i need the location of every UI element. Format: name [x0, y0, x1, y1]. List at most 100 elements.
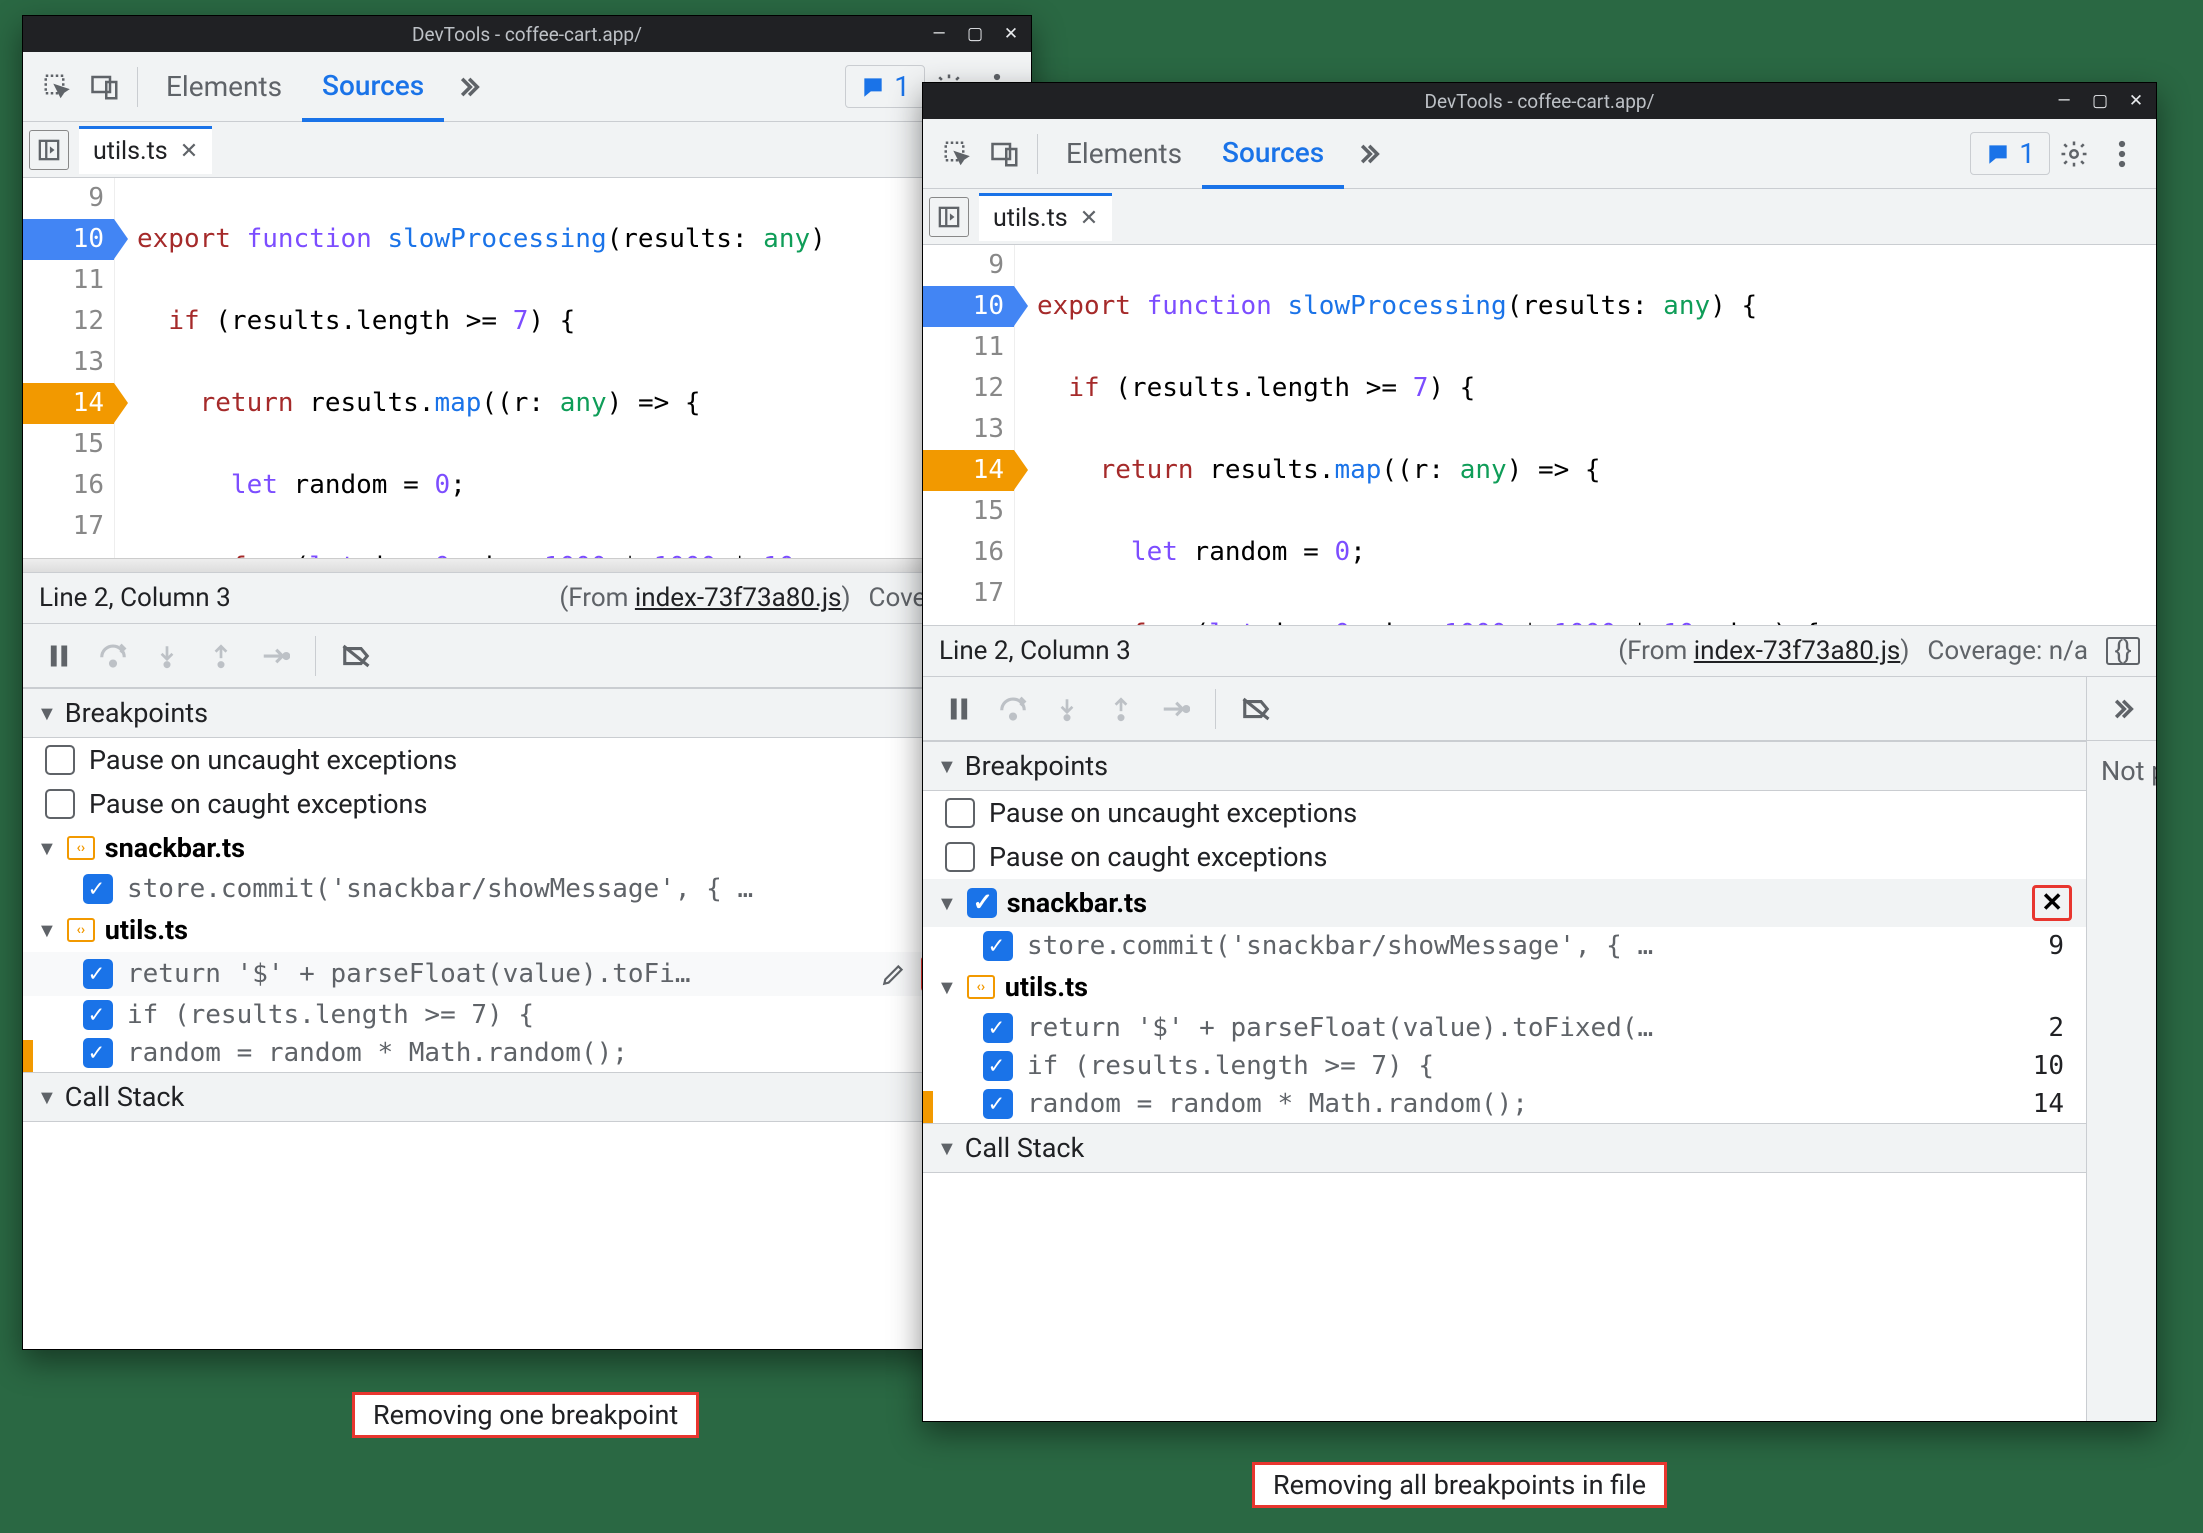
breakpoint-row-hover[interactable]: return '$' + parseFloat(value).toFi… ✕ 2 — [23, 952, 1031, 996]
navigator-toggle-icon[interactable] — [929, 197, 969, 237]
callstack-section-header[interactable]: ▼ Call Stack — [923, 1123, 2086, 1173]
file-tab-close-icon[interactable]: ✕ — [180, 139, 198, 164]
close-icon[interactable]: ✕ — [2126, 91, 2146, 111]
step-into-icon[interactable] — [1045, 687, 1089, 731]
inspect-icon[interactable] — [33, 63, 81, 111]
more-panels-icon[interactable] — [2100, 687, 2144, 731]
device-icon[interactable] — [81, 63, 129, 111]
edit-icon[interactable] — [881, 961, 907, 987]
checkbox[interactable] — [83, 874, 113, 904]
device-icon[interactable] — [981, 130, 1029, 178]
navigator-toggle-icon[interactable] — [29, 130, 69, 170]
line-number[interactable]: 15 — [23, 424, 104, 465]
checkbox[interactable] — [967, 888, 997, 918]
titlebar[interactable]: DevTools - coffee-cart.app/ — ▢ ✕ — [23, 16, 1031, 52]
line-number[interactable]: 11 — [23, 260, 104, 301]
breakpoint-row[interactable]: store.commit('snackbar/showMessage', { …… — [23, 870, 1031, 908]
line-number[interactable]: 16 — [23, 465, 104, 506]
step-over-icon[interactable] — [91, 634, 135, 678]
checkbox[interactable] — [83, 1038, 113, 1068]
breakpoint-row[interactable]: random = random * Math.random(); 14 — [23, 1034, 1031, 1072]
checkbox[interactable] — [83, 959, 113, 989]
line-number[interactable]: 12 — [23, 301, 104, 342]
line-number-breakpoint[interactable]: 10 — [23, 219, 114, 260]
titlebar[interactable]: DevTools - coffee-cart.app/ — ▢ ✕ — [923, 83, 2156, 119]
inspect-icon[interactable] — [933, 130, 981, 178]
breakpoint-row[interactable]: return '$' + parseFloat(value).toFixed(…… — [923, 1009, 2086, 1047]
checkbox[interactable] — [983, 1013, 1013, 1043]
breakpoint-row[interactable]: store.commit('snackbar/showMessage', { …… — [923, 927, 2086, 965]
tab-sources[interactable]: Sources — [302, 53, 444, 122]
step-icon[interactable] — [253, 634, 297, 678]
line-number[interactable]: 9 — [23, 178, 104, 219]
pause-uncaught-row[interactable]: Pause on uncaught exceptions — [23, 738, 1031, 782]
code-content[interactable]: export function slowProcessing(results: … — [1015, 245, 1820, 625]
line-number-breakpoint[interactable]: 14 — [923, 450, 1014, 491]
checkbox[interactable] — [45, 745, 75, 775]
line-gutter[interactable]: 9 10 11 12 13 ?14 15 16 17 — [923, 245, 1015, 625]
source-map-link[interactable]: index-73f73a80.js — [635, 583, 842, 613]
line-number[interactable]: 15 — [923, 491, 1004, 532]
close-icon[interactable]: ✕ — [1001, 24, 1021, 44]
pretty-print-icon[interactable]: {} — [2106, 637, 2140, 665]
remove-all-breakpoints-icon[interactable]: ✕ — [2032, 885, 2072, 921]
step-icon[interactable] — [1153, 687, 1197, 731]
file-tab-utils[interactable]: utils.ts ✕ — [79, 126, 212, 174]
step-over-icon[interactable] — [991, 687, 1035, 731]
step-out-icon[interactable] — [1099, 687, 1143, 731]
deactivate-breakpoints-icon[interactable] — [334, 634, 378, 678]
checkbox[interactable] — [983, 1089, 1013, 1119]
maximize-icon[interactable]: ▢ — [2090, 91, 2110, 111]
pause-caught-row[interactable]: Pause on caught exceptions — [923, 835, 2086, 879]
more-tabs-icon[interactable] — [1344, 130, 1392, 178]
file-tab-utils[interactable]: utils.ts ✕ — [979, 193, 1112, 241]
code-editor[interactable]: 9 10 11 12 13 ?14 15 16 17 export functi… — [923, 245, 2156, 625]
checkbox[interactable] — [45, 789, 75, 819]
line-number[interactable]: 16 — [923, 532, 1004, 573]
minimize-icon[interactable]: — — [2054, 91, 2074, 111]
pause-icon[interactable] — [937, 687, 981, 731]
breakpoints-section-header[interactable]: ▼ Breakpoints — [23, 688, 1031, 738]
checkbox[interactable] — [983, 1051, 1013, 1081]
line-number[interactable]: 9 — [923, 245, 1004, 286]
pause-icon[interactable] — [37, 634, 81, 678]
breakpoint-group-snackbar-hover[interactable]: ▼ snackbar.ts ✕ — [923, 879, 2086, 927]
horizontal-scrollbar[interactable] — [23, 558, 1031, 572]
breakpoint-row[interactable]: if (results.length >= 7) { 10 — [923, 1047, 2086, 1085]
breakpoint-group-snackbar[interactable]: ▼ ‹› snackbar.ts — [23, 826, 1031, 870]
issues-button[interactable]: 1 — [1970, 132, 2050, 175]
kebab-icon[interactable] — [2098, 130, 2146, 178]
minimize-icon[interactable]: — — [929, 24, 949, 44]
breakpoint-row[interactable]: if (results.length >= 7) { 10 — [23, 996, 1031, 1034]
checkbox[interactable] — [945, 842, 975, 872]
tab-elements[interactable]: Elements — [1046, 119, 1202, 188]
issues-button[interactable]: 1 — [845, 65, 925, 108]
callstack-section-header[interactable]: ▼ Call Stack — [23, 1072, 1031, 1122]
line-number-breakpoint[interactable]: 14 — [23, 383, 114, 424]
deactivate-breakpoints-icon[interactable] — [1234, 687, 1278, 731]
code-editor[interactable]: 9 10 11 12 13 ?14 15 16 17 export functi… — [23, 178, 1031, 558]
pause-uncaught-row[interactable]: Pause on uncaught exceptions — [923, 791, 2086, 835]
file-tab-close-icon[interactable]: ✕ — [1080, 206, 1098, 231]
line-number[interactable]: 11 — [923, 327, 1004, 368]
breakpoint-group-utils[interactable]: ▼ ‹› utils.ts — [923, 965, 2086, 1009]
checkbox[interactable] — [983, 931, 1013, 961]
checkbox[interactable] — [945, 798, 975, 828]
tab-elements[interactable]: Elements — [146, 52, 302, 121]
pause-caught-row[interactable]: Pause on caught exceptions — [23, 782, 1031, 826]
code-content[interactable]: export function slowProcessing(results: … — [115, 178, 826, 558]
gear-icon[interactable] — [2050, 130, 2098, 178]
line-number[interactable]: 13 — [923, 409, 1004, 450]
more-tabs-icon[interactable] — [444, 63, 492, 111]
breakpoint-group-utils[interactable]: ▼ ‹› utils.ts — [23, 908, 1031, 952]
line-number[interactable]: 17 — [23, 506, 104, 547]
line-number[interactable]: 13 — [23, 342, 104, 383]
checkbox[interactable] — [83, 1000, 113, 1030]
breakpoint-row[interactable]: random = random * Math.random(); 14 — [923, 1085, 2086, 1123]
line-number-breakpoint[interactable]: 10 — [923, 286, 1014, 327]
line-gutter[interactable]: 9 10 11 12 13 ?14 15 16 17 — [23, 178, 115, 558]
line-number[interactable]: 12 — [923, 368, 1004, 409]
tab-sources[interactable]: Sources — [1202, 120, 1344, 189]
maximize-icon[interactable]: ▢ — [965, 24, 985, 44]
step-into-icon[interactable] — [145, 634, 189, 678]
